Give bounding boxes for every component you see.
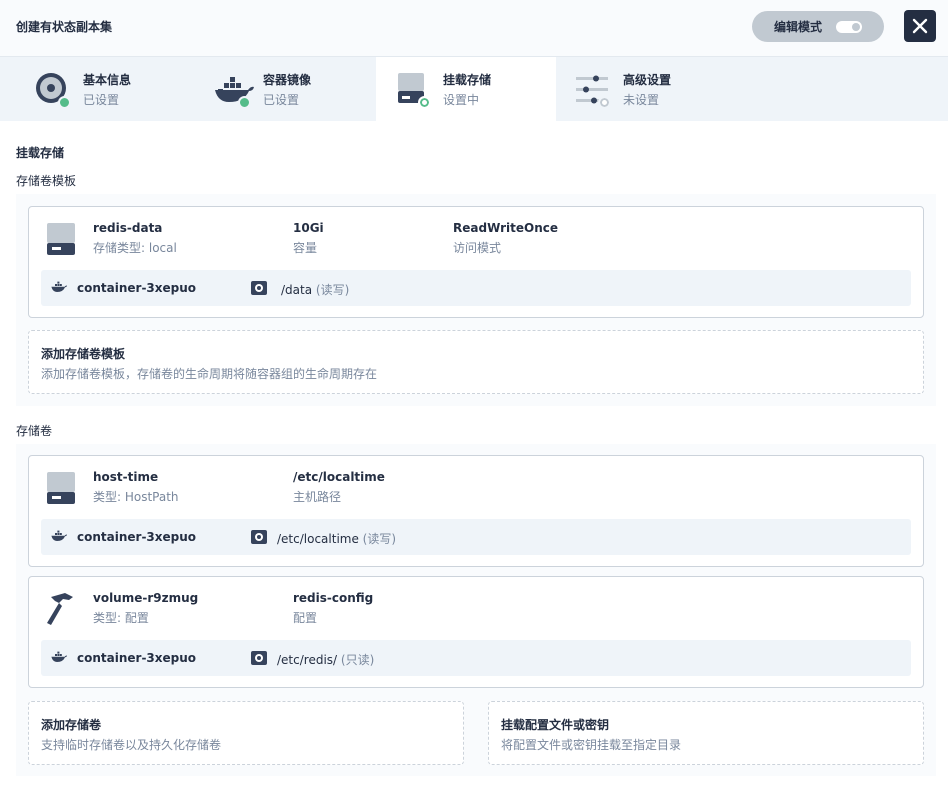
template-capacity-col: 10Gi 容量 xyxy=(293,221,324,255)
add-template-desc: 添加存储卷模板，存储卷的生命周期将随容器组的生命周期存在 xyxy=(41,367,378,381)
volume-name: volume-r9zmug xyxy=(93,591,199,605)
volume-type: 类型: HostPath xyxy=(93,490,179,504)
step-current-dot-icon xyxy=(418,96,431,109)
step-container-image[interactable]: 容器镜像 已设置 xyxy=(180,57,360,121)
toggle-switch-icon xyxy=(836,20,862,33)
volume-type: 类型: 配置 xyxy=(93,611,149,625)
add-volume-title: 添加存储卷 xyxy=(41,718,102,732)
volume-name-col: host-time 类型: HostPath xyxy=(93,470,179,504)
step-title: 容器镜像 xyxy=(263,73,312,87)
volume-card[interactable]: volume-r9zmug 类型: 配置 redis-config 配置 con… xyxy=(28,576,924,688)
disk-icon xyxy=(47,472,75,504)
step-basic-info[interactable]: 基本信息 已设置 xyxy=(0,57,180,121)
modal-header: 创建有状态副本集 编辑模式 xyxy=(0,0,948,57)
hammer-icon xyxy=(47,593,73,625)
modal-title: 创建有状态副本集 xyxy=(16,20,113,34)
volume-name-col: volume-r9zmug 类型: 配置 xyxy=(93,591,198,625)
mount-row: container-3xepuo /data (读写) xyxy=(41,270,911,306)
template-name: redis-data xyxy=(93,221,163,235)
volume-value-label: 配置 xyxy=(293,611,318,625)
step-mount-storage[interactable]: 挂载存储 设置中 xyxy=(376,57,556,121)
wizard-steps: 基本信息 已设置 容器镜像 已设置 挂载存储 设置中 高级设置 未设置 xyxy=(0,57,948,121)
volume-value-col: redis-config 配置 xyxy=(293,591,373,625)
step-advanced-settings[interactable]: 高级设置 未设置 xyxy=(556,57,736,121)
template-capacity-label: 容量 xyxy=(293,241,318,255)
container-name: container-3xepuo xyxy=(77,651,197,665)
step-done-dot-icon xyxy=(58,96,71,109)
page-title: 挂载存储 xyxy=(16,146,65,160)
close-button[interactable] xyxy=(904,10,936,42)
template-name-col: redis-data 存储类型: local xyxy=(93,221,177,255)
mount-disk-icon xyxy=(251,651,267,665)
mount-row: container-3xepuo /etc/localtime (读写) xyxy=(41,519,911,555)
mount-row: container-3xepuo /etc/redis/ (只读) xyxy=(41,640,911,676)
templates-section-label: 存储卷模板 xyxy=(16,174,77,188)
mount-config-or-secret-button[interactable]: 挂载配置文件或密钥 将配置文件或密钥挂载至指定目录 xyxy=(488,701,924,765)
container-name: container-3xepuo xyxy=(77,530,197,544)
mount-path: /data (读写) xyxy=(281,283,350,297)
step-status: 已设置 xyxy=(263,93,300,107)
volume-value-col: /etc/localtime 主机路径 xyxy=(293,470,385,504)
mount-config-title: 挂载配置文件或密钥 xyxy=(501,718,610,732)
mount-path: /etc/localtime (读写) xyxy=(277,532,397,546)
docker-icon xyxy=(51,530,67,541)
mount-disk-icon xyxy=(251,530,267,544)
mount-config-desc: 将配置文件或密钥挂载至指定目录 xyxy=(501,738,682,752)
volume-value-label: 主机路径 xyxy=(293,490,342,504)
add-volume-template-button[interactable]: 添加存储卷模板 添加存储卷模板，存储卷的生命周期将随容器组的生命周期存在 xyxy=(28,330,924,394)
template-capacity: 10Gi xyxy=(293,221,324,235)
add-volume-desc: 支持临时存储卷以及持久化存储卷 xyxy=(41,738,222,752)
docker-icon xyxy=(51,651,67,662)
docker-icon xyxy=(51,281,67,292)
template-access-mode-label: 访问模式 xyxy=(453,241,502,255)
step-title: 挂载存储 xyxy=(443,73,492,87)
volume-name: host-time xyxy=(93,470,159,484)
template-type: 存储类型: local xyxy=(93,241,177,255)
step-status: 已设置 xyxy=(83,93,120,107)
add-volume-button[interactable]: 添加存储卷 支持临时存储卷以及持久化存储卷 xyxy=(28,701,464,765)
step-status: 未设置 xyxy=(623,93,660,107)
edit-mode-toggle-button[interactable]: 编辑模式 xyxy=(752,11,884,42)
mount-disk-icon xyxy=(251,281,267,295)
template-access-mode: ReadWriteOnce xyxy=(453,221,558,235)
volume-template-card[interactable]: redis-data 存储类型: local 10Gi 容量 ReadWrite… xyxy=(28,206,924,318)
edit-mode-label: 编辑模式 xyxy=(773,20,822,34)
add-template-title: 添加存储卷模板 xyxy=(41,347,126,361)
step-done-dot-icon xyxy=(238,96,251,109)
close-icon xyxy=(912,18,928,34)
mount-path: /etc/redis/ (只读) xyxy=(277,653,375,667)
volume-card[interactable]: host-time 类型: HostPath /etc/localtime 主机… xyxy=(28,455,924,567)
step-title: 基本信息 xyxy=(83,73,132,87)
step-title: 高级设置 xyxy=(623,73,672,87)
container-name: container-3xepuo xyxy=(77,281,197,295)
step-pending-dot-icon xyxy=(598,96,611,109)
disk-icon xyxy=(47,223,75,255)
step-status: 设置中 xyxy=(443,93,480,107)
volume-value: redis-config xyxy=(293,591,374,605)
volume-value: /etc/localtime xyxy=(293,470,385,484)
template-access-col: ReadWriteOnce 访问模式 xyxy=(453,221,558,255)
volumes-section-label: 存储卷 xyxy=(16,424,53,438)
